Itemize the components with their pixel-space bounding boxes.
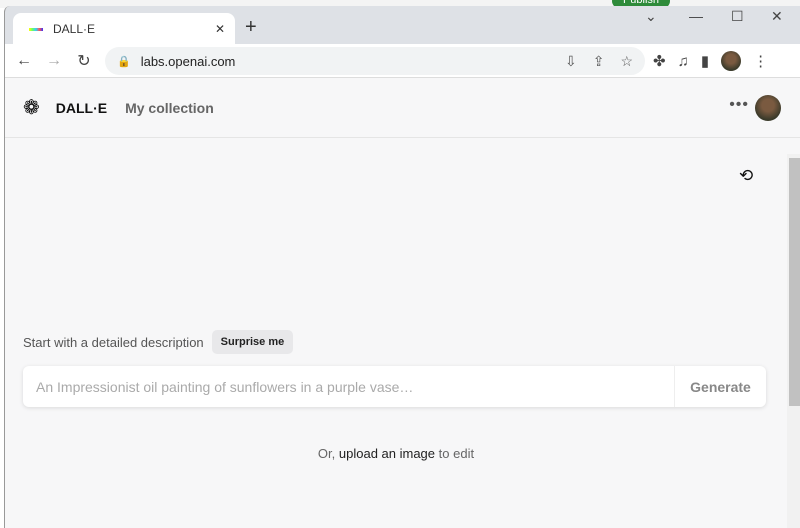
upload-image-link[interactable]: upload an image (339, 446, 435, 461)
share-icon[interactable]: ⇪ (593, 53, 605, 70)
media-icon[interactable]: ♫ (678, 53, 689, 70)
dalle-page: ❁ DALL·E My collection ••• ⟲ Start with … (5, 78, 800, 528)
lock-icon: 🔒 (117, 55, 131, 68)
maximize-button[interactable]: ☐ (731, 8, 744, 25)
upload-prefix: Or, (317, 446, 336, 461)
history-icon[interactable]: ⟲ (739, 166, 753, 186)
scrollbar-thumb[interactable] (789, 158, 800, 406)
address-bar[interactable]: 🔒 labs.openai.com ⇩ ⇪ ☆ (105, 47, 645, 75)
forward-icon[interactable]: → (39, 52, 69, 70)
upload-row: Or, upload an image to edit (5, 446, 787, 461)
tab-search-icon[interactable]: ⌄ (645, 8, 657, 25)
start-prompt-row: Start with a detailed description Surpri… (23, 330, 294, 354)
my-collection-link[interactable]: My collection (125, 100, 214, 116)
browser-toolbar: ← → ↻ 🔒 labs.openai.com ⇩ ⇪ ☆ ✤ ♫ ▮ ⋮ (5, 44, 800, 78)
dalle-favicon (29, 27, 43, 31)
surprise-me-button[interactable]: Surprise me (211, 330, 294, 354)
scrollbar[interactable] (787, 154, 800, 528)
menu-icon[interactable]: ⋮ (753, 52, 768, 70)
tab-title: DALL·E (53, 22, 96, 36)
url-text[interactable]: labs.openai.com (141, 54, 549, 69)
app-header: ❁ DALL·E My collection ••• (5, 78, 800, 138)
prompt-box: Generate (23, 366, 766, 407)
browser-tab[interactable]: DALL·E ✕ (13, 13, 235, 45)
minimize-button[interactable]: — (689, 8, 703, 24)
new-tab-button[interactable]: + (245, 16, 257, 39)
install-icon[interactable]: ⇩ (565, 53, 577, 70)
openai-logo-icon[interactable]: ❁ (23, 95, 40, 120)
extensions-icon[interactable]: ✤ (653, 52, 666, 70)
more-options-icon[interactable]: ••• (729, 96, 749, 114)
user-avatar[interactable] (755, 95, 781, 121)
side-panel-icon[interactable]: ▮ (701, 52, 709, 70)
browser-window: DALL·E ✕ + ⌄ — ☐ ✕ ← → ↻ 🔒 labs.openai.c… (4, 6, 800, 528)
upload-suffix: to edit (438, 446, 475, 461)
close-window-button[interactable]: ✕ (771, 8, 783, 25)
back-icon[interactable]: ← (9, 52, 39, 70)
close-tab-icon[interactable]: ✕ (215, 22, 225, 36)
brand-link[interactable]: DALL·E (56, 100, 107, 116)
prompt-input[interactable] (23, 378, 674, 395)
start-text: Start with a detailed description (23, 334, 204, 350)
reload-icon[interactable]: ↻ (69, 51, 99, 71)
star-icon[interactable]: ☆ (620, 53, 633, 70)
profile-avatar[interactable] (721, 51, 742, 71)
generate-button[interactable]: Generate (674, 366, 766, 407)
